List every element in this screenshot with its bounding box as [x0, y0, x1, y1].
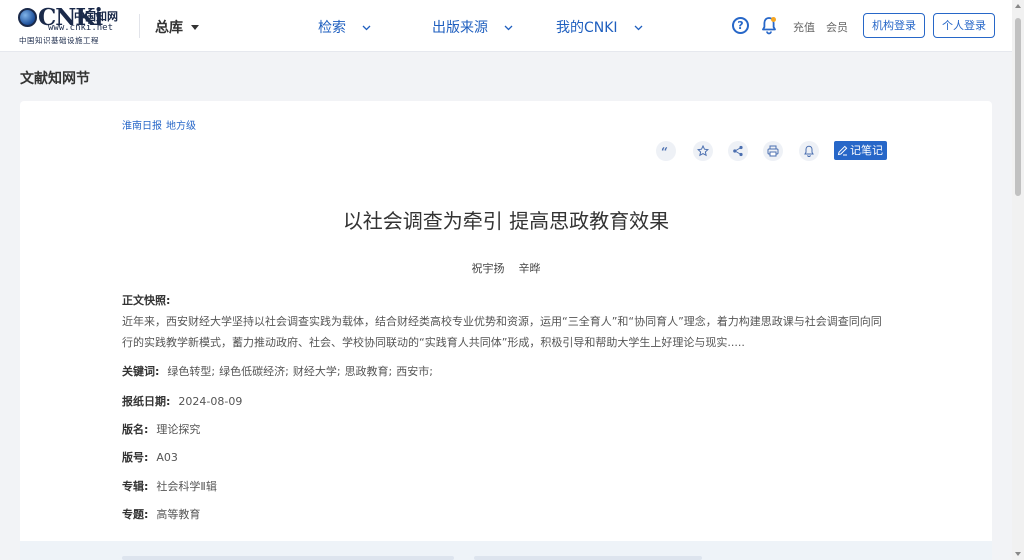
bell-icon — [804, 145, 814, 157]
date-label: 报纸日期: — [122, 395, 171, 408]
download-area — [20, 541, 992, 560]
topic-row: 专题: 高等教育 — [122, 506, 200, 522]
keywords-label: 关键词: — [122, 365, 160, 378]
top-navigation-bar: CNKi 中国知网 www.cnki.net 中国知识基础设施工程 总库 检索 … — [0, 0, 1012, 52]
topic-label: 专题: — [122, 508, 149, 521]
author-list: 祝宇扬 辛晔 — [20, 260, 992, 276]
personal-login-button[interactable]: 个人登录 — [933, 13, 995, 38]
keyword-link[interactable]: 思政教育; — [345, 365, 393, 378]
printer-icon — [767, 145, 779, 157]
star-icon — [697, 145, 709, 157]
cnki-logo[interactable]: CNKi 中国知网 www.cnki.net 中国知识基础设施工程 — [18, 6, 128, 46]
help-icon[interactable]: ? — [732, 17, 749, 34]
edition-number-label: 版号: — [122, 451, 149, 464]
quote-icon: “ — [661, 145, 668, 157]
author-link[interactable]: 辛晔 — [519, 262, 541, 275]
date-row: 报纸日期: 2024-08-09 — [122, 393, 242, 409]
library-selector[interactable]: 总库 — [155, 17, 199, 37]
series-value: 社会科学Ⅱ辑 — [156, 480, 217, 493]
page-scrollbar[interactable] — [1012, 0, 1024, 560]
nav-my-cnki[interactable]: 我的CNKI — [556, 17, 643, 37]
logo-subtitle: 中国知识基础设施工程 — [19, 36, 99, 45]
scroll-up-arrow[interactable] — [1015, 4, 1021, 8]
institution-login-button[interactable]: 机构登录 — [863, 13, 925, 38]
scroll-down-arrow[interactable] — [1015, 552, 1021, 556]
keyword-link[interactable]: 绿色转型; — [167, 365, 215, 378]
header-divider — [139, 14, 140, 38]
cite-button[interactable]: “ — [656, 141, 676, 161]
pencil-icon — [837, 145, 848, 156]
series-label: 专辑: — [122, 480, 149, 493]
page-title: 文献知网节 — [20, 71, 90, 87]
keyword-link[interactable]: 财经大学; — [293, 365, 341, 378]
share-button[interactable] — [728, 141, 748, 161]
download-option[interactable] — [122, 556, 454, 560]
chevron-down-icon — [634, 25, 643, 31]
article-card: 淮南日报 地方级 “ 记笔记 以社会调查为牵引 提高思政教育效果 祝宇扬 辛晔 正文… — [20, 101, 992, 560]
logo-chinese-name: 中国知网 — [74, 10, 118, 23]
date-value: 2024-08-09 — [178, 395, 243, 408]
series-row: 专辑: 社会科学Ⅱ辑 — [122, 478, 217, 494]
logo-url: www.cnki.net — [48, 23, 114, 33]
edition-name-value: 理论探究 — [156, 423, 201, 436]
chevron-down-icon — [362, 25, 371, 31]
favorite-button[interactable] — [693, 141, 713, 161]
author-link[interactable]: 祝宇扬 — [472, 262, 505, 275]
topic-value: 高等教育 — [156, 508, 201, 521]
article-source: 淮南日报 地方级 — [122, 117, 200, 132]
subscribe-button[interactable] — [799, 141, 819, 161]
abstract-text: 近年来，西安财经大学坚持以社会调查实践为载体，结合财经类高校专业优势和资源，运用… — [122, 315, 882, 349]
chevron-down-icon — [504, 25, 513, 31]
scrollbar-thumb[interactable] — [1015, 18, 1021, 196]
member-link[interactable]: 会员 — [826, 19, 848, 35]
edition-number-row: 版号: A03 — [122, 449, 178, 465]
share-icon — [733, 145, 743, 157]
caret-down-icon — [191, 25, 199, 30]
recharge-link[interactable]: 充值 — [793, 19, 815, 35]
keyword-link[interactable]: 西安市; — [396, 365, 433, 378]
edition-name-label: 版名: — [122, 423, 149, 436]
svg-text:“: “ — [661, 145, 668, 157]
globe-icon — [18, 8, 37, 27]
notification-bell-icon[interactable] — [761, 16, 777, 35]
nav-search[interactable]: 检索 — [318, 17, 371, 37]
article-title: 以社会调查为牵引 提高思政教育效果 — [342, 209, 670, 233]
source-level: 地方级 — [166, 121, 196, 132]
nav-publication-source[interactable]: 出版来源 — [432, 17, 513, 37]
edition-name-row: 版名: 理论探究 — [122, 421, 200, 437]
abstract-label: 正文快照: — [122, 294, 171, 307]
download-option[interactable] — [474, 556, 702, 560]
print-button[interactable] — [763, 141, 783, 161]
keyword-link[interactable]: 绿色低碳经济; — [219, 365, 289, 378]
edition-number-value: A03 — [156, 451, 178, 464]
keywords-row: 关键词: 绿色转型; 绿色低碳经济; 财经大学; 思政教育; 西安市; — [122, 363, 437, 379]
take-notes-button[interactable]: 记笔记 — [834, 141, 887, 160]
newspaper-name-link[interactable]: 淮南日报 — [122, 121, 162, 132]
